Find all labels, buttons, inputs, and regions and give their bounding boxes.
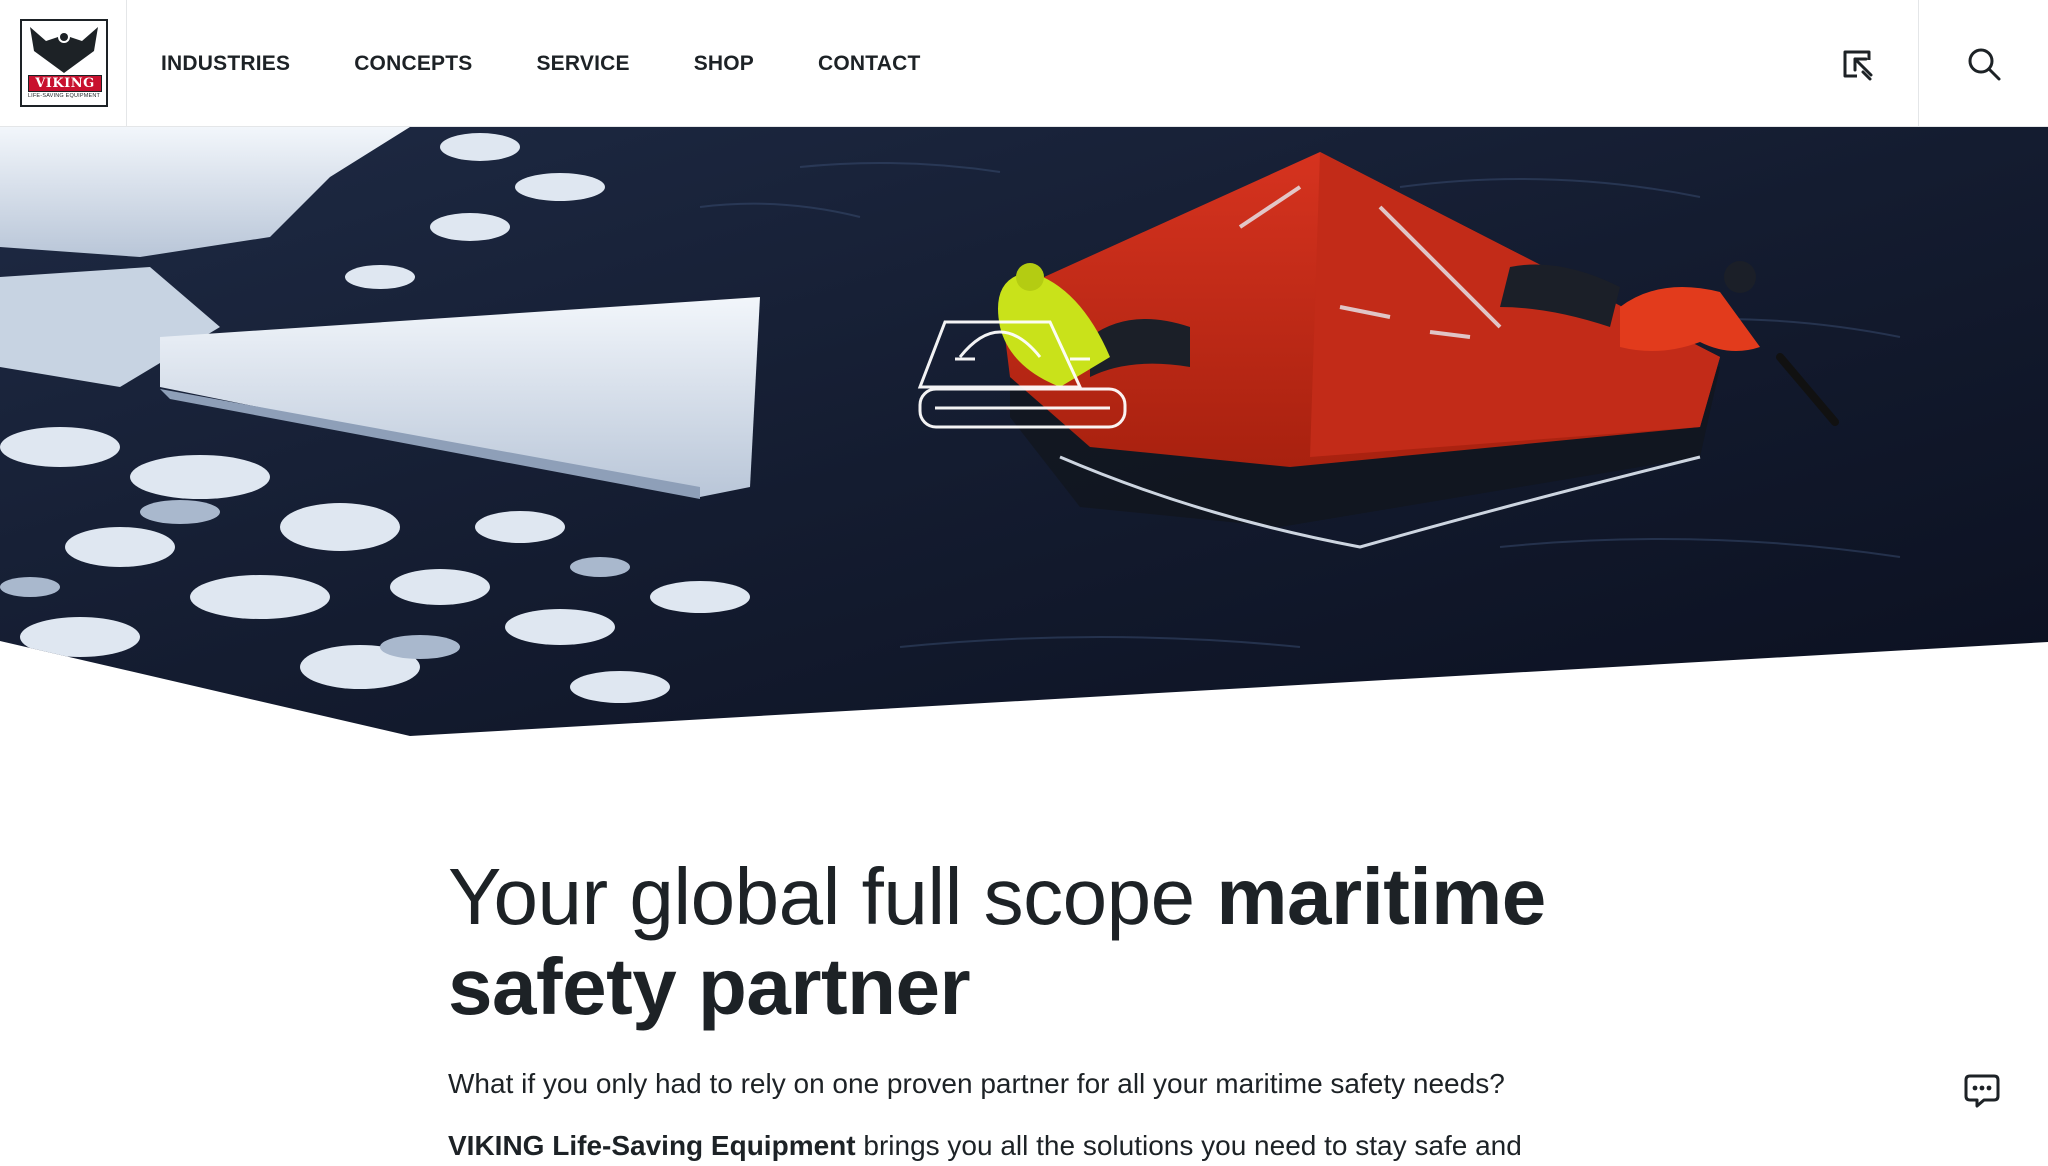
site-header: VIKING LIFE-SAVING EQUIPMENT INDUSTRIES … [0, 0, 2048, 127]
nav-contact[interactable]: CONTACT [818, 52, 921, 76]
main-nav: INDUSTRIES CONCEPTS SERVICE SHOP CONTACT [161, 0, 985, 127]
nav-industries[interactable]: INDUSTRIES [161, 52, 290, 76]
hero-image [0, 127, 2048, 736]
page-headline: Your global full scope maritime safety p… [448, 852, 1648, 1032]
logo-wordmark: VIKING [28, 75, 102, 92]
logo-link[interactable]: VIKING LIFE-SAVING EQUIPMENT [0, 0, 127, 127]
hero-banner [0, 127, 2048, 736]
logo-tagline: LIFE-SAVING EQUIPMENT [27, 93, 101, 99]
compare-button[interactable] [1800, 0, 1918, 127]
compare-icon [1843, 50, 1873, 80]
headline-light: Your global full scope [448, 852, 1217, 941]
search-button[interactable] [1918, 0, 2048, 127]
intro-paragraph: What if you only had to rely on one prov… [448, 1068, 1505, 1099]
viking-logo: VIKING LIFE-SAVING EQUIPMENT [20, 19, 108, 107]
intro-paragraph-2: VIKING Life-Saving Equipment brings you … [448, 1126, 1648, 1166]
search-icon [1968, 48, 2000, 80]
nav-shop[interactable]: SHOP [694, 52, 754, 76]
intro-paragraph-2-text: brings you all the solutions you need to… [855, 1130, 1522, 1161]
company-name: VIKING Life-Saving Equipment [448, 1130, 856, 1161]
chat-button[interactable] [1962, 1070, 2002, 1110]
nav-service[interactable]: SERVICE [536, 52, 629, 76]
nav-concepts[interactable]: CONCEPTS [354, 52, 472, 76]
chat-icon [1964, 1074, 2000, 1108]
